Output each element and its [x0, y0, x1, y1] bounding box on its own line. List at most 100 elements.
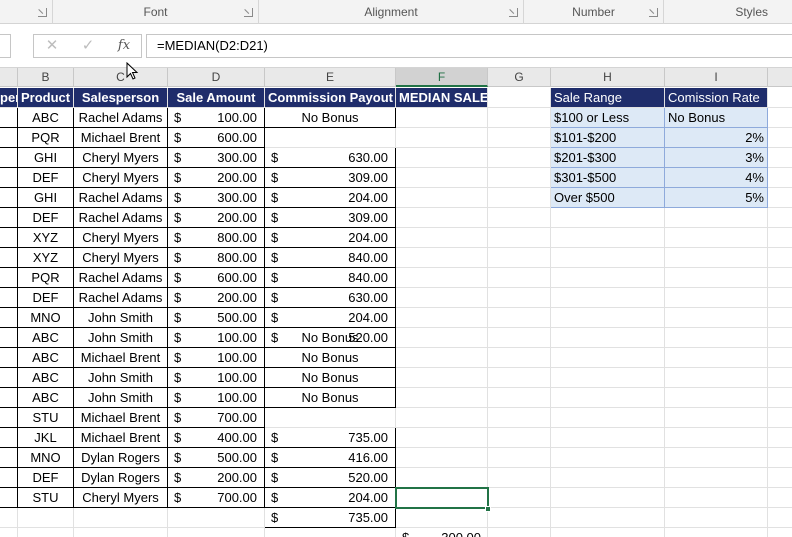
- lookup-range[interactable]: $101-$200: [551, 128, 665, 148]
- cell-a[interactable]: [0, 448, 18, 468]
- lookup-range[interactable]: $201-$300: [551, 148, 665, 168]
- cell-sale-amount[interactable]: $500.00: [168, 448, 265, 468]
- cell-salesperson[interactable]: Michael Brent: [74, 428, 168, 448]
- cell-salesperson[interactable]: Rachel Adams: [74, 288, 168, 308]
- cell-sale-amount[interactable]: $600.00: [168, 268, 265, 288]
- column-header-b[interactable]: B: [18, 68, 74, 87]
- cell-a[interactable]: [0, 148, 18, 168]
- cell-salesperson[interactable]: Michael Brent: [74, 348, 168, 368]
- column-header-j[interactable]: [768, 68, 792, 87]
- cell-sale-amount[interactable]: $800.00: [168, 228, 265, 248]
- cell-commission[interactable]: No Bonus: [265, 348, 396, 368]
- cell-product[interactable]: ABC: [18, 108, 74, 128]
- cell-product[interactable]: STU: [18, 488, 74, 508]
- cell-commission[interactable]: No Bonus: [265, 328, 396, 348]
- lookup-rate[interactable]: 5%: [665, 188, 768, 208]
- cell-sale-amount[interactable]: $200.00: [168, 288, 265, 308]
- cell-product[interactable]: STU: [18, 408, 74, 428]
- cell-salesperson[interactable]: John Smith: [74, 368, 168, 388]
- header-commission[interactable]: Commission Payout: [265, 88, 396, 108]
- cell-sale-amount[interactable]: $800.00: [168, 248, 265, 268]
- number-launcher-icon[interactable]: [649, 8, 658, 17]
- formula-input[interactable]: =MEDIAN(D2:D21): [146, 34, 792, 58]
- lookup-rate[interactable]: 4%: [665, 168, 768, 188]
- cell-product[interactable]: XYZ: [18, 228, 74, 248]
- column-header-d[interactable]: D: [168, 68, 265, 87]
- cell-a[interactable]: [0, 348, 18, 368]
- cell-a[interactable]: [0, 488, 18, 508]
- cell-salesperson[interactable]: Michael Brent: [74, 128, 168, 148]
- lookup-rate[interactable]: 2%: [665, 128, 768, 148]
- cell-product[interactable]: DEF: [18, 288, 74, 308]
- cell-a[interactable]: [0, 408, 18, 428]
- insert-function-icon[interactable]: fx: [106, 35, 142, 57]
- cell-salesperson[interactable]: John Smith: [74, 388, 168, 408]
- cell-commission[interactable]: $735.00: [265, 508, 396, 528]
- cell-product[interactable]: ABC: [18, 348, 74, 368]
- cell-product[interactable]: JKL: [18, 428, 74, 448]
- cell-sale-amount[interactable]: $200.00: [168, 208, 265, 228]
- check-icon[interactable]: ✓: [70, 35, 106, 57]
- cell-salesperson[interactable]: Michael Brent: [74, 408, 168, 428]
- font-launcher-icon[interactable]: [244, 8, 253, 17]
- header-product[interactable]: Product: [18, 88, 74, 108]
- lookup-range[interactable]: $100 or Less: [551, 108, 665, 128]
- cell-product[interactable]: GHI: [18, 188, 74, 208]
- fill-handle[interactable]: [485, 506, 491, 512]
- cell-product[interactable]: MNO: [18, 308, 74, 328]
- cell-salesperson[interactable]: Cheryl Myers: [74, 228, 168, 248]
- active-cell-selection[interactable]: [395, 487, 489, 509]
- cell-salesperson[interactable]: Rachel Adams: [74, 188, 168, 208]
- cell-a[interactable]: [0, 368, 18, 388]
- column-header-h[interactable]: H: [551, 68, 665, 87]
- cell-salesperson[interactable]: Dylan Rogers: [74, 468, 168, 488]
- cell-a[interactable]: [0, 268, 18, 288]
- cell-salesperson[interactable]: Cheryl Myers: [74, 488, 168, 508]
- cell-salesperson[interactable]: John Smith: [74, 328, 168, 348]
- cell-product[interactable]: GHI: [18, 148, 74, 168]
- lookup-range[interactable]: $301-$500: [551, 168, 665, 188]
- cell-a[interactable]: [0, 428, 18, 448]
- cell-a[interactable]: [0, 468, 18, 488]
- cell-product[interactable]: ABC: [18, 368, 74, 388]
- cell-salesperson[interactable]: Cheryl Myers: [74, 248, 168, 268]
- alignment-launcher-icon[interactable]: [509, 8, 518, 17]
- cell-product[interactable]: DEF: [18, 168, 74, 188]
- column-header-c[interactable]: C: [74, 68, 168, 87]
- cell-product[interactable]: PQR: [18, 268, 74, 288]
- cell-sale-amount[interactable]: $400.00: [168, 428, 265, 448]
- cell-product[interactable]: ABC: [18, 388, 74, 408]
- cell-product[interactable]: DEF: [18, 208, 74, 228]
- cell-sale-amount[interactable]: $100.00: [168, 328, 265, 348]
- header-cell-partial[interactable]: per: [0, 88, 18, 108]
- header-salesperson[interactable]: Salesperson: [74, 88, 168, 108]
- cell-sale-amount[interactable]: $300.00: [168, 148, 265, 168]
- cell-sale-amount[interactable]: $100.00: [168, 348, 265, 368]
- cell-median-result[interactable]: $300.00: [396, 528, 488, 537]
- cell-a[interactable]: [0, 188, 18, 208]
- cell-salesperson[interactable]: Rachel Adams: [74, 268, 168, 288]
- header-median[interactable]: MEDIAN SALE: [396, 88, 488, 108]
- cell-a[interactable]: [0, 288, 18, 308]
- cell-salesperson[interactable]: Cheryl Myers: [74, 168, 168, 188]
- cell-sale-amount[interactable]: $700.00: [168, 488, 265, 508]
- column-header-i[interactable]: I: [665, 68, 768, 87]
- cell-sale-amount[interactable]: $100.00: [168, 108, 265, 128]
- cell-a[interactable]: [0, 308, 18, 328]
- close-icon[interactable]: ✕: [34, 35, 70, 57]
- cell-salesperson[interactable]: Cheryl Myers: [74, 148, 168, 168]
- name-box[interactable]: [0, 34, 11, 58]
- cell-sale-amount[interactable]: $700.00: [168, 408, 265, 428]
- cell-product[interactable]: PQR: [18, 128, 74, 148]
- cell-sale-amount[interactable]: $200.00: [168, 468, 265, 488]
- cell-a[interactable]: [0, 328, 18, 348]
- lookup-range[interactable]: Over $500: [551, 188, 665, 208]
- header-sale-amount[interactable]: Sale Amount: [168, 88, 265, 108]
- worksheet-grid[interactable]: per Product Salesperson Sale Amount Comm…: [0, 88, 792, 537]
- cell-product[interactable]: DEF: [18, 468, 74, 488]
- cell-salesperson[interactable]: John Smith: [74, 308, 168, 328]
- column-header-g[interactable]: G: [488, 68, 551, 87]
- cell-sale-amount[interactable]: $500.00: [168, 308, 265, 328]
- cell-sale-amount[interactable]: $200.00: [168, 168, 265, 188]
- lookup-header-rate[interactable]: Comission Rate: [665, 88, 768, 108]
